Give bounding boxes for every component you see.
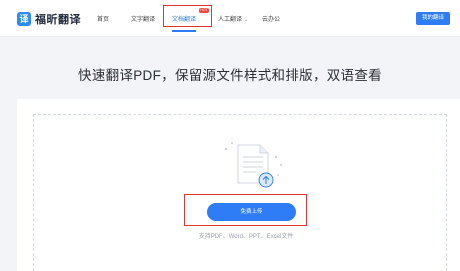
supported-formats: 支持PDF、Word、PPT、Excel文件 [198,234,294,240]
chevron-down-icon: ⌄ [244,17,249,23]
top-header: 译 福昕翻译 首页 文字翻译 文档翻译 HOT 人工翻译 ⌄ 云办公 我的翻译 [0,0,460,37]
my-translate-button[interactable]: 我的翻译 [416,12,450,25]
nav-office[interactable]: 云办公 [262,14,280,23]
nav-text-translate[interactable]: 文字翻译 [131,14,155,23]
document-upload-icon [224,142,282,188]
nav-human-translate-label: 人工翻译 [218,17,243,23]
highlight-box-nav [163,5,212,27]
active-tab-indicator [172,30,196,32]
brand-name: 福昕翻译 [35,14,81,26]
page-headline: 快速翻译PDF，保留源文件样式和排版，双语查看 [78,68,382,83]
free-upload-button[interactable]: 免费上传 [207,203,296,221]
logo[interactable]: 译 福昕翻译 [17,11,81,27]
nav-human-translate[interactable]: 人工翻译 ⌄ [218,14,248,23]
logo-icon: 译 [17,12,31,26]
nav-home[interactable]: 首页 [97,14,109,23]
